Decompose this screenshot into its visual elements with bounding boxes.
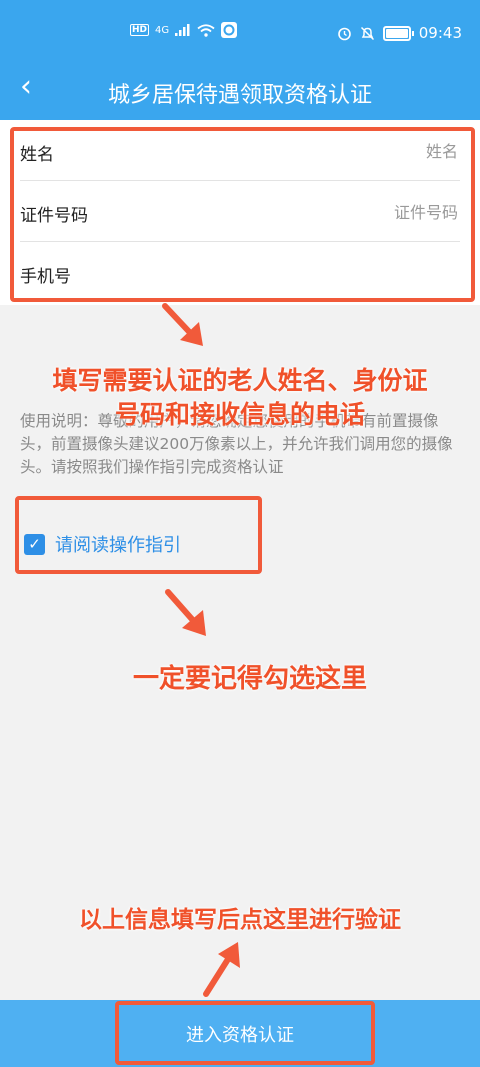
- status-bar: HD 4G 09:43: [0, 0, 480, 58]
- arrow-down-icon: [165, 589, 206, 636]
- button-highlight-box: [115, 1001, 375, 1065]
- check-annotation: 一定要记得勾选这里: [132, 664, 367, 694]
- hd-badge: HD: [130, 24, 150, 36]
- mute-bell-icon: [360, 26, 374, 40]
- arrow-down-icon: [162, 303, 203, 346]
- status-left: HD 4G: [130, 22, 238, 38]
- fill-info-annotation: 填写需要认证的老人姓名、身份证 号码和接收信息的电话: [0, 364, 480, 432]
- fill-hint-line2: 号码和接收信息的电话: [114, 400, 365, 429]
- app-header: ‹ 城乡居保待遇领取资格认证: [0, 58, 480, 120]
- submit-annotation: 以上信息填写后点这里进行验证: [79, 907, 401, 933]
- status-right: 09:43: [337, 24, 462, 42]
- alarm-icon: [337, 27, 351, 40]
- clock: 09:43: [418, 24, 462, 42]
- signal-icon: [175, 24, 190, 36]
- fill-hint-line1: 填写需要认证的老人姓名、身份证: [52, 366, 428, 395]
- network-type: 4G: [155, 24, 170, 36]
- form-highlight-box: [10, 127, 475, 302]
- battery-icon: [382, 25, 414, 41]
- checkbox-highlight-box: [15, 496, 262, 574]
- arrow-up-icon: [203, 942, 240, 997]
- app-notification-icon: [221, 22, 238, 38]
- wifi-icon: [197, 23, 215, 37]
- page-title: 城乡居保待遇领取资格认证: [107, 83, 372, 108]
